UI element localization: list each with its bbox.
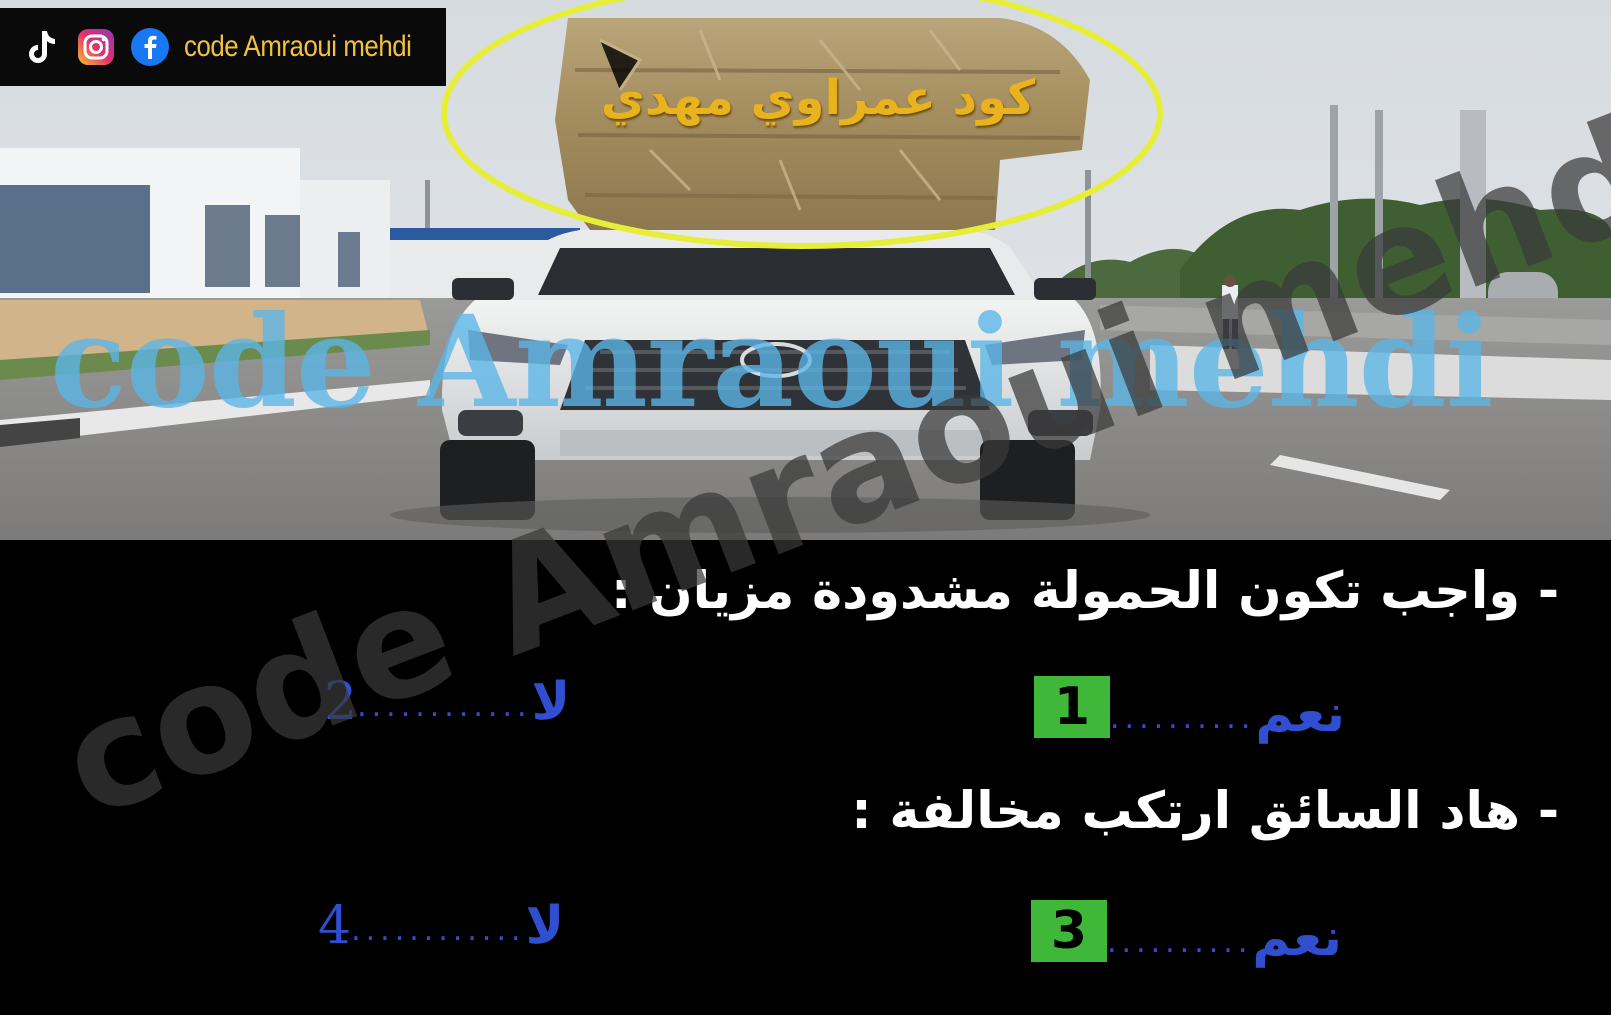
option-label: نعم [1252,908,1343,968]
option-number-badge: 1 [1034,676,1110,738]
option-3-yes[interactable]: 3 .......... نعم [1031,900,1342,964]
option-4-no[interactable]: 4 ............ لا [318,900,564,952]
brand-bar: code Amraoui mehdi [0,8,446,86]
option-2-no[interactable]: 2 ............ لا [324,676,570,728]
brand-name: code Amraoui mehdi [184,30,412,63]
option-number: 2 [324,672,358,732]
option-dots: .......... [1107,925,1253,960]
option-dots: .......... [1110,701,1256,736]
option-label: لا [525,896,565,956]
option-dots: ............ [357,689,532,724]
facebook-icon[interactable] [130,27,170,67]
question-2: - هاد السائق ارتكب مخالفة : [851,782,1559,841]
cargo-overlay-text: كود عمراوي مهدي [600,70,1036,126]
option-dots: ............ [351,913,526,948]
option-1-yes[interactable]: 1 .......... نعم [1034,676,1345,740]
option-number: 4 [318,896,352,956]
question-1: - واجب تكون الحمولة مشدودة مزيان : [610,562,1559,621]
instagram-icon[interactable] [76,27,116,67]
tiktok-icon[interactable] [22,27,62,67]
option-label: لا [531,672,571,732]
option-label: نعم [1255,684,1346,744]
option-number-badge: 3 [1031,900,1107,962]
